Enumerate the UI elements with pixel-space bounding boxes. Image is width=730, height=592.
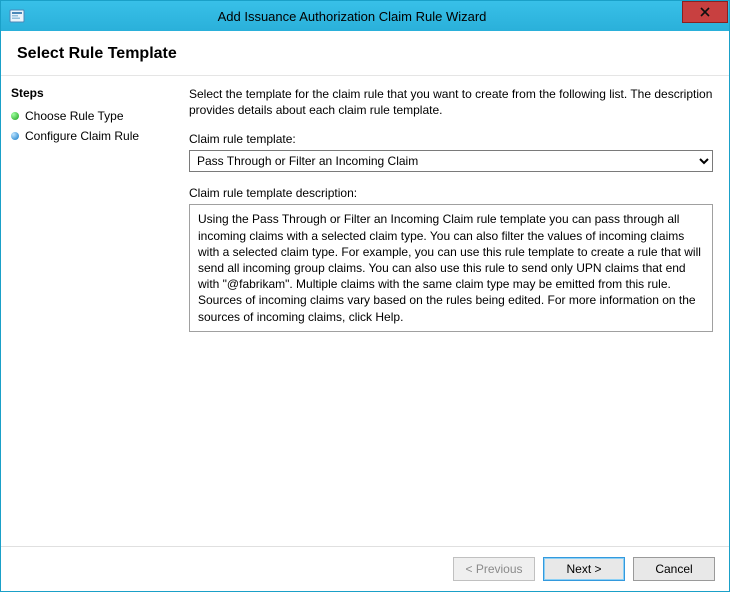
next-button[interactable]: Next > (543, 557, 625, 581)
steps-heading: Steps (11, 86, 176, 100)
wizard-footer: < Previous Next > Cancel (1, 546, 729, 591)
app-icon (9, 8, 25, 24)
wizard-body: Steps Choose Rule Type Configure Claim R… (1, 76, 729, 546)
template-description-box: Using the Pass Through or Filter an Inco… (189, 204, 713, 331)
claim-rule-template-select[interactable]: Pass Through or Filter an Incoming Claim (189, 150, 713, 172)
cancel-button[interactable]: Cancel (633, 557, 715, 581)
previous-button: < Previous (453, 557, 535, 581)
step-label: Configure Claim Rule (25, 129, 139, 143)
close-icon (700, 7, 710, 17)
steps-sidebar: Steps Choose Rule Type Configure Claim R… (1, 76, 177, 546)
intro-text: Select the template for the claim rule t… (189, 86, 713, 118)
titlebar: Add Issuance Authorization Claim Rule Wi… (1, 1, 729, 31)
wizard-window: Add Issuance Authorization Claim Rule Wi… (0, 0, 730, 592)
page-title: Select Rule Template (1, 31, 729, 76)
description-label: Claim rule template description: (189, 186, 713, 200)
template-label: Claim rule template: (189, 132, 713, 146)
step-choose-rule-type[interactable]: Choose Rule Type (11, 106, 176, 126)
main-panel: Select the template for the claim rule t… (177, 76, 729, 546)
step-pending-icon (11, 132, 19, 140)
window-title: Add Issuance Authorization Claim Rule Wi… (25, 9, 729, 24)
step-label: Choose Rule Type (25, 109, 124, 123)
step-active-icon (11, 112, 19, 120)
step-configure-claim-rule[interactable]: Configure Claim Rule (11, 126, 176, 146)
close-button[interactable] (682, 1, 728, 23)
